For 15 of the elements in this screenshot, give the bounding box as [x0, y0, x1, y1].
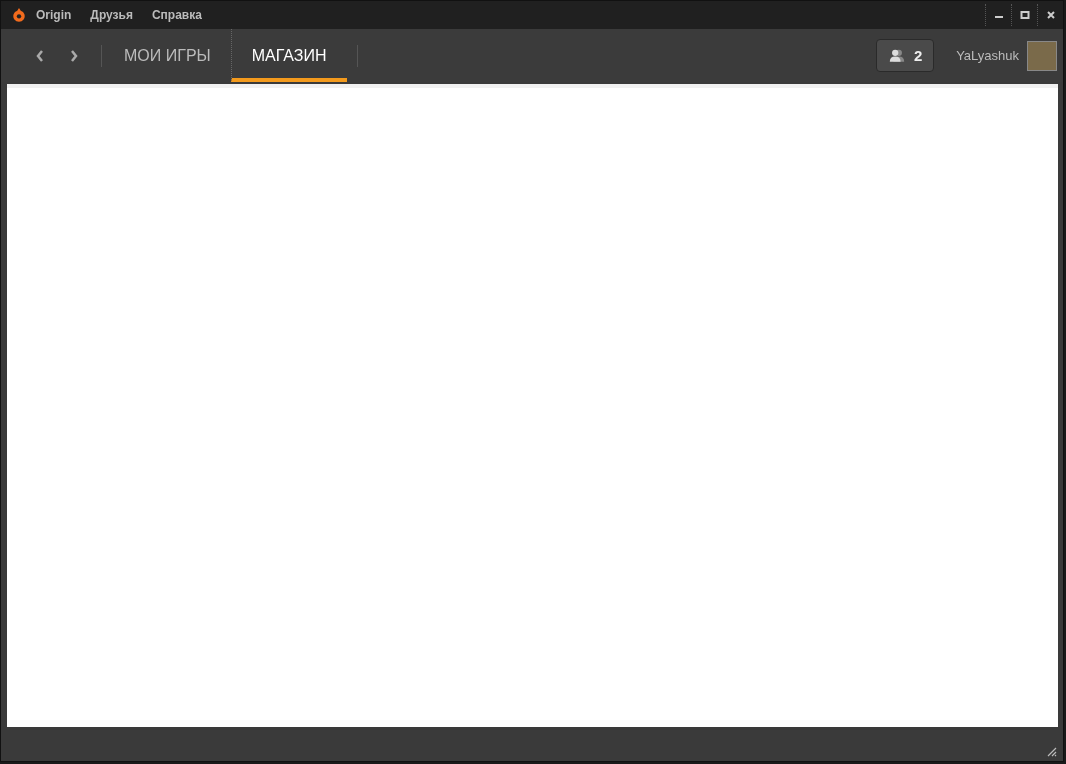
avatar-photo-placeholder[interactable] [1027, 40, 1057, 71]
chevron-right-icon [69, 48, 79, 63]
resize-grip-icon[interactable] [1045, 745, 1057, 757]
menu-item[interactable]: Origin [36, 8, 72, 22]
menu-item[interactable]: Друзья [90, 8, 133, 22]
menu-item[interactable]: Справка [151, 8, 202, 22]
nav-tab[interactable]: МОИ ИГРЫ [104, 29, 231, 82]
close-icon [1045, 10, 1056, 20]
people-icon [887, 48, 906, 63]
maximize-icon [1019, 10, 1030, 20]
friends-button[interactable]: 2 [876, 39, 935, 72]
chevron-left-icon [35, 48, 45, 63]
logo-icon [12, 7, 26, 23]
username[interactable]: YaLyashuk [956, 48, 1019, 63]
friends-count: 2 [913, 47, 923, 64]
